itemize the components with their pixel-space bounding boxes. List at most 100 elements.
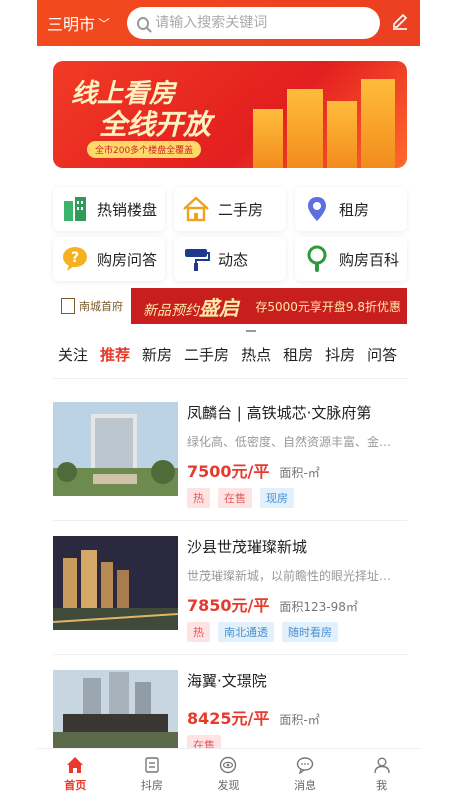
eye-icon: [219, 756, 237, 774]
bottom-nav: 首页 抖房 发现 消息 我: [37, 748, 420, 800]
chevron-down-icon: ﹀: [98, 16, 111, 31]
nav-label: 抖房: [140, 779, 163, 792]
listing-tags: 热在售 现房: [187, 488, 407, 508]
quick-link-hot-projects[interactable]: 热销楼盘: [53, 187, 165, 231]
promo-banner[interactable]: 线上看房 全线开放 全市200多个楼盘全覆盖: [53, 61, 407, 168]
tab-4[interactable]: 热点: [241, 344, 271, 368]
listing-tags: 热南北通透 随时看房: [187, 622, 407, 642]
tab-7[interactable]: 问答: [367, 344, 397, 368]
nav-discover[interactable]: 发现: [198, 756, 258, 793]
user-icon: [373, 756, 391, 774]
ad-brand-name: 南城首府: [79, 300, 123, 313]
edit-icon[interactable]: [390, 12, 410, 35]
quick-link-qa[interactable]: ? 购房问答: [53, 237, 165, 281]
banner-title-line2: 全线开放: [99, 108, 212, 141]
tab-3[interactable]: 二手房: [184, 344, 229, 368]
magnifier-icon: [303, 245, 331, 273]
listing-photo: [53, 402, 178, 496]
quick-link-second-hand[interactable]: 二手房: [174, 187, 286, 231]
listing-area: 面积-㎡: [279, 466, 320, 480]
ad-offer: 存5000元享开盘9.8折优惠: [255, 299, 401, 314]
tab-6[interactable]: 抖房: [325, 344, 355, 368]
listing-name: 沙县世茂璀璨新城: [187, 538, 308, 556]
listing-tag: 随时看房: [282, 622, 338, 642]
listing-price-row: 8425元/平 面积-㎡: [187, 705, 407, 729]
listing-info: 海翼·文璟院 8425元/平 面积-㎡ 在售: [187, 670, 407, 755]
tab-5[interactable]: 租房: [283, 344, 313, 368]
nav-home[interactable]: 首页: [45, 756, 105, 793]
carousel-indicator: [246, 330, 256, 332]
nav-messages[interactable]: 消息: [275, 756, 335, 793]
listing-card[interactable]: 凤麟台 | 高铁城芯·文脉府第 绿化高、低密度、自然资源丰富、金… 7500元/…: [53, 402, 407, 512]
location-pin-icon: [303, 195, 331, 223]
document-icon: [143, 756, 161, 774]
nav-label: 首页: [64, 779, 87, 792]
paint-roller-icon: [182, 245, 210, 273]
ad-slogan-emphasis: 盛启: [199, 295, 239, 320]
city-label: 三明市: [47, 15, 96, 34]
listing-desc: 绿化高、低密度、自然资源丰富、金…: [187, 435, 392, 449]
listing-info: 沙县世茂璀璨新城 世茂璀璨新城，以前瞻性的眼光择址… 7850元/平 面积123…: [187, 536, 407, 642]
listing-divider: [53, 520, 407, 521]
listing-tag: 南北通透: [218, 622, 274, 642]
listing-price-row: 7850元/平 面积123-98㎡: [187, 592, 407, 616]
quick-link-news[interactable]: 动态: [174, 237, 286, 281]
ad-brand: 南城首府: [53, 288, 131, 324]
building-icon: [61, 195, 89, 223]
listing-tag: 热: [187, 488, 210, 508]
listing-price: 7500元/平: [187, 462, 270, 481]
nav-me[interactable]: 我: [352, 756, 412, 793]
question-bubble-icon: ?: [61, 245, 89, 273]
listing-price: 8425元/平: [187, 709, 270, 728]
banner-building-illustration: [253, 109, 283, 168]
banner-subtitle: 全市200多个楼盘全覆盖: [87, 141, 202, 158]
ad-slogan: 新品预约盛启: [143, 292, 239, 321]
category-tabs: 关注推荐新房二手房热点租房抖房问答装: [58, 344, 407, 368]
listing-area: 面积123-98㎡: [279, 600, 358, 614]
listing-photo: [53, 670, 178, 750]
quick-link-label: 热销楼盘: [97, 200, 158, 219]
listing-area: 面积-㎡: [279, 713, 320, 727]
listing-photo: [53, 536, 178, 630]
listing-price-row: 7500元/平 面积-㎡: [187, 458, 407, 482]
listing-tag: 现房: [260, 488, 294, 508]
listing-tag: 热: [187, 622, 210, 642]
listing-name: 海翼·文璟院: [187, 672, 267, 690]
search-input[interactable]: [155, 15, 370, 31]
nav-label: 我: [376, 779, 388, 792]
listing-info: 凤麟台 | 高铁城芯·文脉府第 绿化高、低密度、自然资源丰富、金… 7500元/…: [187, 402, 407, 508]
quick-link-encyclopedia[interactable]: 购房百科: [295, 237, 407, 281]
nav-label: 消息: [294, 779, 317, 792]
quick-link-label: 购房问答: [97, 250, 158, 269]
tab-2[interactable]: 新房: [142, 344, 172, 368]
city-selector[interactable]: 三明市 ﹀: [47, 11, 127, 35]
quick-link-label: 动态: [218, 250, 249, 269]
quick-link-label: 购房百科: [339, 250, 400, 269]
nav-douying[interactable]: 抖房: [122, 756, 182, 793]
search-bar[interactable]: [127, 7, 380, 39]
listing-price: 7850元/平: [187, 596, 270, 615]
ad-banner[interactable]: 南城首府 新品预约盛启 存5000元享开盘9.8折优惠: [53, 288, 407, 324]
listing-tag: 在售: [218, 488, 252, 508]
svg-text:?: ?: [71, 250, 79, 266]
quick-link-rental[interactable]: 租房: [295, 187, 407, 231]
listing-divider: [53, 654, 407, 655]
banner-building-illustration: [327, 101, 357, 168]
ad-slogan-prefix: 新品预约: [143, 302, 199, 319]
house-icon: [182, 195, 210, 223]
banner-building-illustration: [287, 89, 323, 168]
listing-desc: 世茂璀璨新城，以前瞻性的眼光择址…: [187, 569, 392, 583]
nav-label: 发现: [217, 779, 240, 792]
quick-link-label: 租房: [339, 200, 370, 219]
top-bar: 三明市 ﹀: [37, 0, 420, 46]
tab-1[interactable]: 推荐: [100, 344, 130, 368]
listing-name: 凤麟台 | 高铁城芯·文脉府第: [187, 404, 372, 422]
listing-card[interactable]: 沙县世茂璀璨新城 世茂璀璨新城，以前瞻性的眼光择址… 7850元/平 面积123…: [53, 536, 407, 646]
chat-icon: [296, 756, 314, 775]
quick-link-label: 二手房: [218, 200, 264, 219]
home-icon: [66, 756, 84, 774]
search-icon: [137, 16, 150, 30]
tabs-divider: [53, 378, 407, 379]
tab-0[interactable]: 关注: [58, 344, 88, 368]
brand-logo-icon: [61, 298, 75, 314]
